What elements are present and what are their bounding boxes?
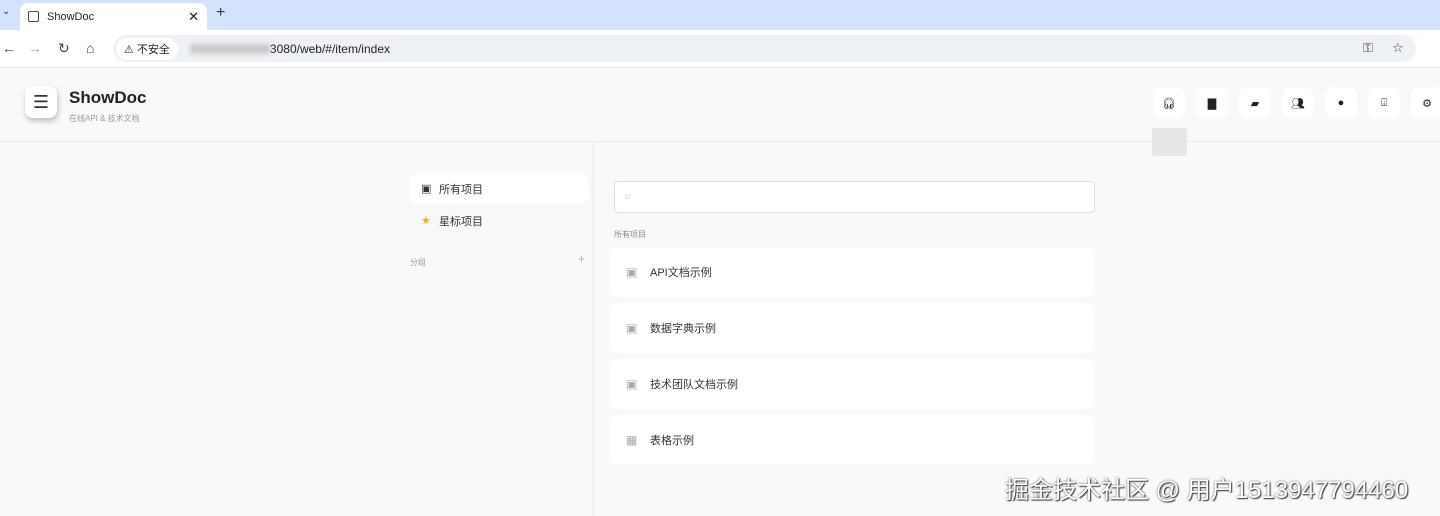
url-bar[interactable]: ⚠ 不安全 3080/web/#/item/index ⚿ ☆ bbox=[113, 35, 1416, 62]
back-icon[interactable]: ← bbox=[2, 40, 16, 56]
user-icon[interactable]: ● bbox=[1325, 87, 1357, 119]
project-card[interactable]: ▣ 数据字典示例 bbox=[610, 303, 1094, 353]
project-card[interactable]: ▦ 表格示例 bbox=[610, 415, 1094, 465]
redacted-host bbox=[189, 43, 270, 54]
project-name: 表格示例 bbox=[650, 435, 694, 447]
address-bar-row: ← → ↻ ⌂ ⚠ 不安全 3080/web/#/item/index ⚿ ☆ bbox=[0, 30, 1440, 68]
team-icon[interactable]: 👥︎ bbox=[1282, 87, 1314, 119]
sidebar-item-label: 星标项目 bbox=[439, 215, 483, 228]
tab-search-icon[interactable]: ⌄ bbox=[2, 6, 10, 17]
tab-bar: ⌄ ShowDoc ✕ + bbox=[0, 0, 1440, 30]
stack-icon: ▣ bbox=[626, 265, 638, 279]
bookmark-star-icon[interactable]: ☆ bbox=[1392, 40, 1404, 56]
group-label: 分组 bbox=[410, 258, 426, 267]
sidebar-item-starred[interactable]: ★ 星标项目 bbox=[409, 205, 589, 236]
app-title: ShowDoc bbox=[69, 88, 147, 107]
sidebar-item-label: 所有项目 bbox=[439, 183, 483, 196]
close-tab-icon[interactable]: ✕ bbox=[188, 9, 199, 25]
tooltip bbox=[1152, 128, 1187, 156]
stack-icon: ▣ bbox=[626, 321, 638, 335]
favicon-icon bbox=[28, 11, 39, 22]
table-icon: ▦ bbox=[626, 433, 638, 447]
star-icon: ★ bbox=[421, 215, 431, 227]
menu-logo-icon[interactable]: ☰ bbox=[25, 86, 57, 118]
add-group-icon[interactable]: + bbox=[578, 252, 585, 266]
new-tab-icon[interactable]: + bbox=[216, 4, 225, 22]
project-name: API文档示例 bbox=[650, 267, 712, 279]
search-field[interactable] bbox=[636, 189, 1094, 205]
forward-icon[interactable]: → bbox=[28, 40, 42, 56]
project-name: 技术团队文档示例 bbox=[650, 379, 738, 391]
app-header: ☰ ShowDoc 在线API & 技术文档 🎧︎ ▇ ▰ 👥︎ ● ⍗ ⚙ bbox=[0, 68, 1440, 142]
divider bbox=[593, 142, 594, 516]
section-label: 所有项目 bbox=[614, 230, 646, 239]
folder-upload-icon[interactable]: ▇ bbox=[1196, 87, 1228, 119]
stack-icon: ▣ bbox=[421, 183, 432, 195]
search-icon: ○ bbox=[624, 191, 631, 203]
gear-icon[interactable]: ⚙ bbox=[1411, 87, 1440, 119]
project-card[interactable]: ▣ 技术团队文档示例 bbox=[610, 359, 1094, 409]
security-chip[interactable]: ⚠ 不安全 bbox=[116, 37, 178, 60]
key-icon[interactable]: ⚿ bbox=[1363, 40, 1373, 56]
download-icon[interactable]: ⍗ bbox=[1368, 87, 1400, 119]
stack-icon: ▣ bbox=[626, 377, 638, 391]
project-name: 数据字典示例 bbox=[650, 323, 716, 335]
url-text: 3080/web/#/item/index bbox=[269, 41, 390, 56]
home-icon[interactable]: ⌂ bbox=[86, 40, 94, 56]
app-subtitle: 在线API & 技术文档 bbox=[69, 114, 140, 123]
sidebar-item-all-projects[interactable]: ▣ 所有项目 bbox=[409, 173, 589, 204]
headphones-icon[interactable]: 🎧︎ bbox=[1153, 87, 1185, 119]
tab-title: ShowDoc bbox=[47, 10, 95, 23]
project-card[interactable]: ▣ API文档示例 bbox=[610, 247, 1094, 297]
message-icon[interactable]: ▰ bbox=[1239, 87, 1271, 119]
reload-icon[interactable]: ↻ bbox=[58, 40, 70, 57]
watermark: 掘金技术社区 @ 用户1513947794460 bbox=[1005, 477, 1409, 504]
browser-tab[interactable]: ShowDoc ✕ bbox=[20, 3, 207, 30]
search-input[interactable]: ○ bbox=[614, 181, 1095, 213]
security-label: 不安全 bbox=[136, 43, 170, 56]
